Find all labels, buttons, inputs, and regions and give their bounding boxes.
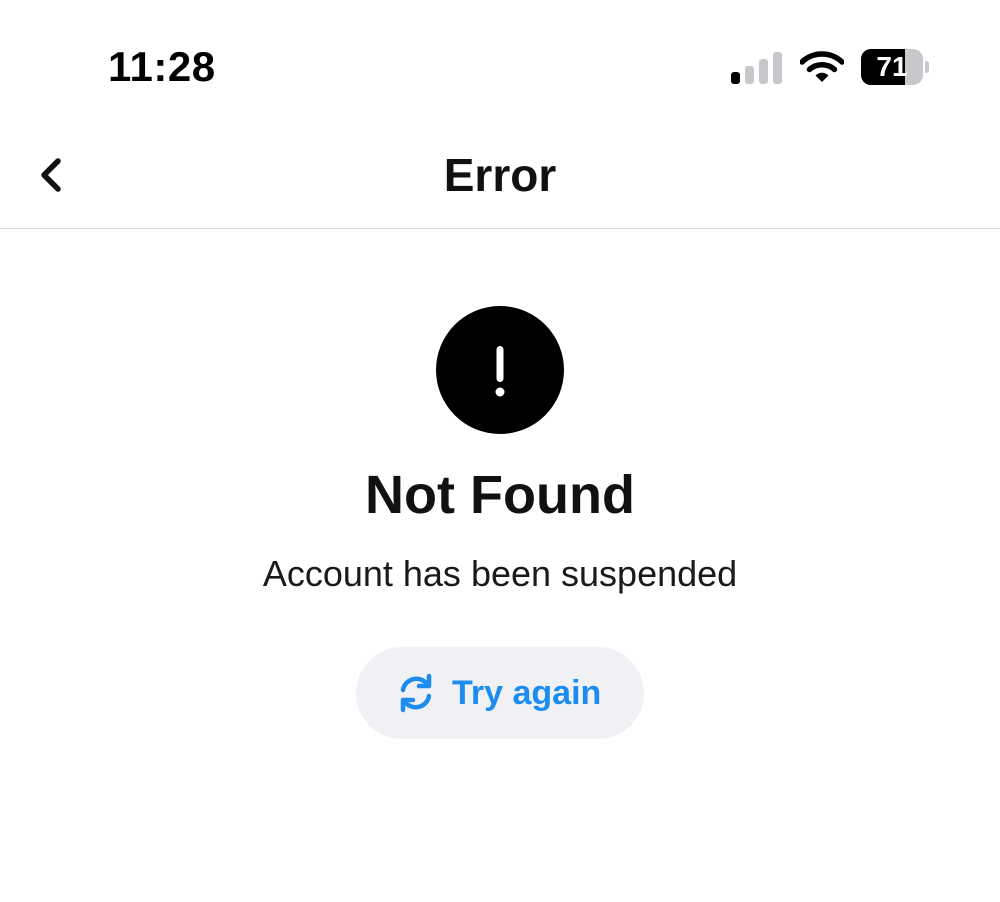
try-again-label: Try again: [452, 674, 602, 712]
page-title: Error: [443, 149, 557, 201]
battery-icon: 71: [861, 49, 929, 85]
chevron-left-icon: [41, 158, 61, 192]
refresh-icon: [400, 673, 432, 713]
status-bar: 11:28 71: [0, 0, 1000, 120]
error-title: Not Found: [365, 465, 635, 525]
back-button[interactable]: [26, 144, 82, 206]
cellular-signal-icon: [731, 52, 783, 84]
wifi-icon: [799, 50, 845, 84]
navigation-bar: Error: [0, 122, 1000, 229]
status-time: 11:28: [108, 43, 216, 90]
try-again-button[interactable]: Try again: [356, 647, 644, 739]
battery-percent: 71: [876, 51, 908, 82]
exclamation-circle-icon: [436, 306, 564, 434]
error-message: Account has been suspended: [262, 553, 738, 594]
